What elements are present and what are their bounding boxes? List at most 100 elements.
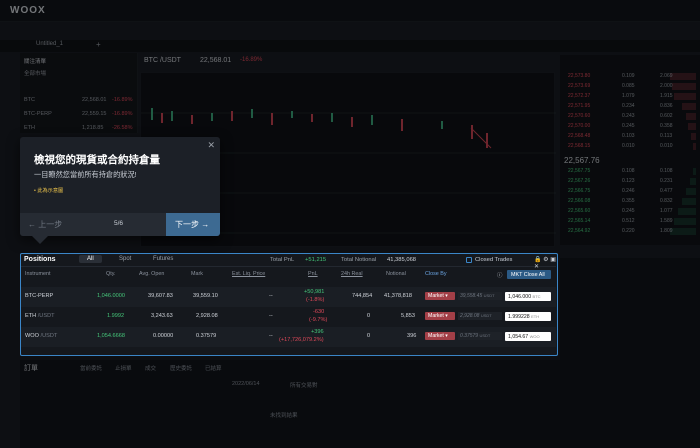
pnl-pct: (-1.8%)	[306, 297, 325, 303]
closed-trades-checkbox[interactable]	[466, 257, 472, 263]
avg-open: 39,607.83	[148, 293, 173, 299]
watchlist-change: -26.58%	[112, 125, 133, 131]
orderbook-ask-row[interactable]: 22,570.00 0.245 0.358	[564, 123, 696, 130]
watchlist-row[interactable]: BTC-PERP 22,559.15 -16.89%	[24, 111, 134, 117]
orderbook-bid-row[interactable]: 22,565.14 0.512 1.589	[564, 218, 696, 225]
mark: 39,559.10	[193, 293, 218, 299]
close-type-select[interactable]: Market ▾	[425, 312, 455, 320]
add-tab-button[interactable]: +	[96, 40, 101, 49]
instrument: WOO /USDT	[25, 333, 58, 339]
watchlist-symbol: ETH	[24, 125, 35, 131]
close-price-input[interactable]: 39,558.45 USDT	[458, 292, 502, 300]
position-row[interactable]: BTC-PERP 1,046.0000 39,607.83 39,559.10 …	[21, 287, 556, 307]
orders-tab[interactable]: 當前委託	[80, 364, 102, 372]
info-icon[interactable]: ⓘ	[497, 271, 502, 279]
orderbook-ask-row[interactable]: 22,570.60 0.243 0.602	[564, 113, 696, 120]
position-row[interactable]: ETH /USDT 1.9992 3,243.63 2,928.08 -- -6…	[21, 307, 556, 327]
col-liq-price[interactable]: Est. Liq. Price	[232, 271, 265, 277]
mark: 0.37579	[196, 333, 217, 339]
watchlist-symbol: BTC-PERP	[24, 111, 52, 117]
liq-price: --	[269, 293, 273, 299]
col-qty[interactable]: Qty.	[106, 271, 115, 277]
avg-open: 3,243.63	[151, 313, 173, 319]
orders-tab[interactable]: 歷史委託	[170, 364, 192, 372]
close-price-input[interactable]: 0.37579 USDT	[458, 332, 502, 340]
arrow-left-icon: ←	[28, 220, 36, 229]
popup-footer: ← 上一步 5/6 下一步 →	[20, 213, 220, 236]
orders-tab[interactable]: 止損單	[115, 364, 132, 372]
watchlist-title: 關注清單	[24, 59, 47, 65]
avg-open: 0.00000	[153, 333, 174, 339]
close-price-input[interactable]: 2,928.08 USDT	[458, 312, 502, 320]
next-label: 下一步	[175, 220, 199, 229]
positions-column-headers: Instrument Qty. Avg. Open Mark Est. Liq.…	[21, 271, 556, 280]
col-instrument[interactable]: Instrument	[25, 271, 50, 277]
qty: 1.9992	[107, 313, 125, 319]
ticker-change: -16.89%	[240, 57, 263, 63]
segment-spot[interactable]: Spot	[119, 256, 131, 262]
orderbook-ask-row[interactable]: 22,573.69 0.085 2.000	[564, 83, 696, 90]
pnl: +50,981	[304, 289, 325, 295]
close-by-label: Close By	[425, 271, 447, 277]
positions-title[interactable]: Positions	[24, 256, 56, 263]
24h-real: 0	[367, 333, 371, 339]
mkt-close-all-button[interactable]: MKT Close All	[507, 270, 551, 279]
order-form-panel	[560, 258, 700, 448]
orderbook-ask-row[interactable]: 22,573.80 0.109 2.069	[564, 73, 696, 80]
orders-tab[interactable]: 已結算	[205, 364, 222, 372]
expand-icon[interactable]: ▣	[550, 257, 556, 263]
pnl: -630	[313, 309, 325, 315]
orderbook-bid-row[interactable]: 22,566.75 0.246 0.477	[564, 188, 696, 195]
close-size-input[interactable]: 1,054.67 WOO	[505, 332, 551, 341]
col-mark[interactable]: Mark	[191, 271, 203, 277]
ticker-symbol[interactable]: BTC /USDT	[144, 57, 181, 64]
popup-title: 檢視您的現貨或合約持倉量	[34, 154, 160, 166]
orderbook-ask-row[interactable]: 22,568.15 0.010 0.010	[564, 143, 696, 150]
col-avg-open[interactable]: Avg. Open	[139, 271, 164, 277]
close-icon[interactable]: ✕	[207, 140, 215, 151]
orderbook-ask-row[interactable]: 22,568.48 0.103 0.113	[564, 133, 696, 140]
date-field[interactable]: 2022/06/14	[232, 381, 260, 387]
close-size-input[interactable]: 1.999228 ETH	[505, 312, 551, 321]
close-type-select[interactable]: Market ▾	[425, 292, 455, 300]
instrument: ETH /USDT	[25, 313, 55, 319]
step-indicator: 5/6	[114, 220, 124, 227]
orderbook-bid-row[interactable]: 22,567.75 0.108 0.108	[564, 168, 696, 175]
orderbook-ask-row[interactable]: 22,571.95 0.234 0.836	[564, 103, 696, 110]
watchlist-symbol: BTC	[24, 97, 35, 103]
ticker-bar: BTC /USDT 22,568.01 -16.89%	[140, 55, 560, 71]
orderbook-bid-row[interactable]: 22,565.60 0.245 1.077	[564, 208, 696, 215]
orderbook-ask-row[interactable]: 22,572.37 1.079 1.915	[564, 93, 696, 100]
orders-tab[interactable]: 成交	[145, 364, 156, 372]
prev-step-button[interactable]: ← 上一步	[28, 219, 62, 230]
popup-pointer	[32, 236, 48, 244]
total-notional-value: 41,385,068	[387, 257, 417, 263]
segment-all[interactable]: All	[79, 255, 102, 263]
close-type-select[interactable]: Market ▾	[425, 332, 455, 340]
watchlist-change: -16.89%	[112, 97, 133, 103]
popup-subtitle: 一目瞭然您當前所有持倉的狀況!	[34, 170, 137, 179]
next-step-button[interactable]: 下一步 →	[166, 213, 220, 236]
total-notional-label: Total Notional	[341, 257, 377, 263]
col-pnl[interactable]: PnL	[308, 271, 318, 277]
settings-icon[interactable]: ⚙	[543, 257, 548, 263]
col-24h-real[interactable]: 24h Real	[341, 271, 363, 277]
watchlist-row[interactable]: ETH 1,218.85 -26.58%	[24, 125, 134, 131]
qty: 1,046.0000	[97, 293, 125, 299]
mark: 2,928.08	[196, 313, 218, 319]
position-row[interactable]: WOO /USDT 1,054.6668 0.00000 0.37579 -- …	[21, 327, 556, 347]
orderbook-bid-row[interactable]: 22,567.26 0.123 0.231	[564, 178, 696, 185]
orderbook-bid-row[interactable]: 22,566.08 0.355 0.832	[564, 198, 696, 205]
watchlist-filter[interactable]: 全部市場	[24, 69, 134, 77]
lock-icon[interactable]: 🔒	[534, 257, 541, 263]
notional: 396	[407, 333, 417, 339]
pair-filter[interactable]: 所有交易對	[290, 381, 318, 389]
watchlist-row[interactable]: BTC 22,568.01 -16.89%	[24, 97, 134, 103]
close-size-input[interactable]: 1,046.000 BTC	[505, 292, 551, 301]
orderbook-bid-row[interactable]: 22,564.92 0.220 1.809	[564, 228, 696, 235]
col-notional[interactable]: Notional	[386, 271, 406, 277]
segment-futures[interactable]: Futures	[153, 256, 173, 262]
watchlist-panel: 關注清單 全部市場 BTC 22,568.01 -16.89% BTC-PERP…	[20, 53, 138, 133]
workspace-tab[interactable]: Untitled_1	[36, 41, 63, 47]
24h-real: 744,854	[352, 293, 373, 299]
